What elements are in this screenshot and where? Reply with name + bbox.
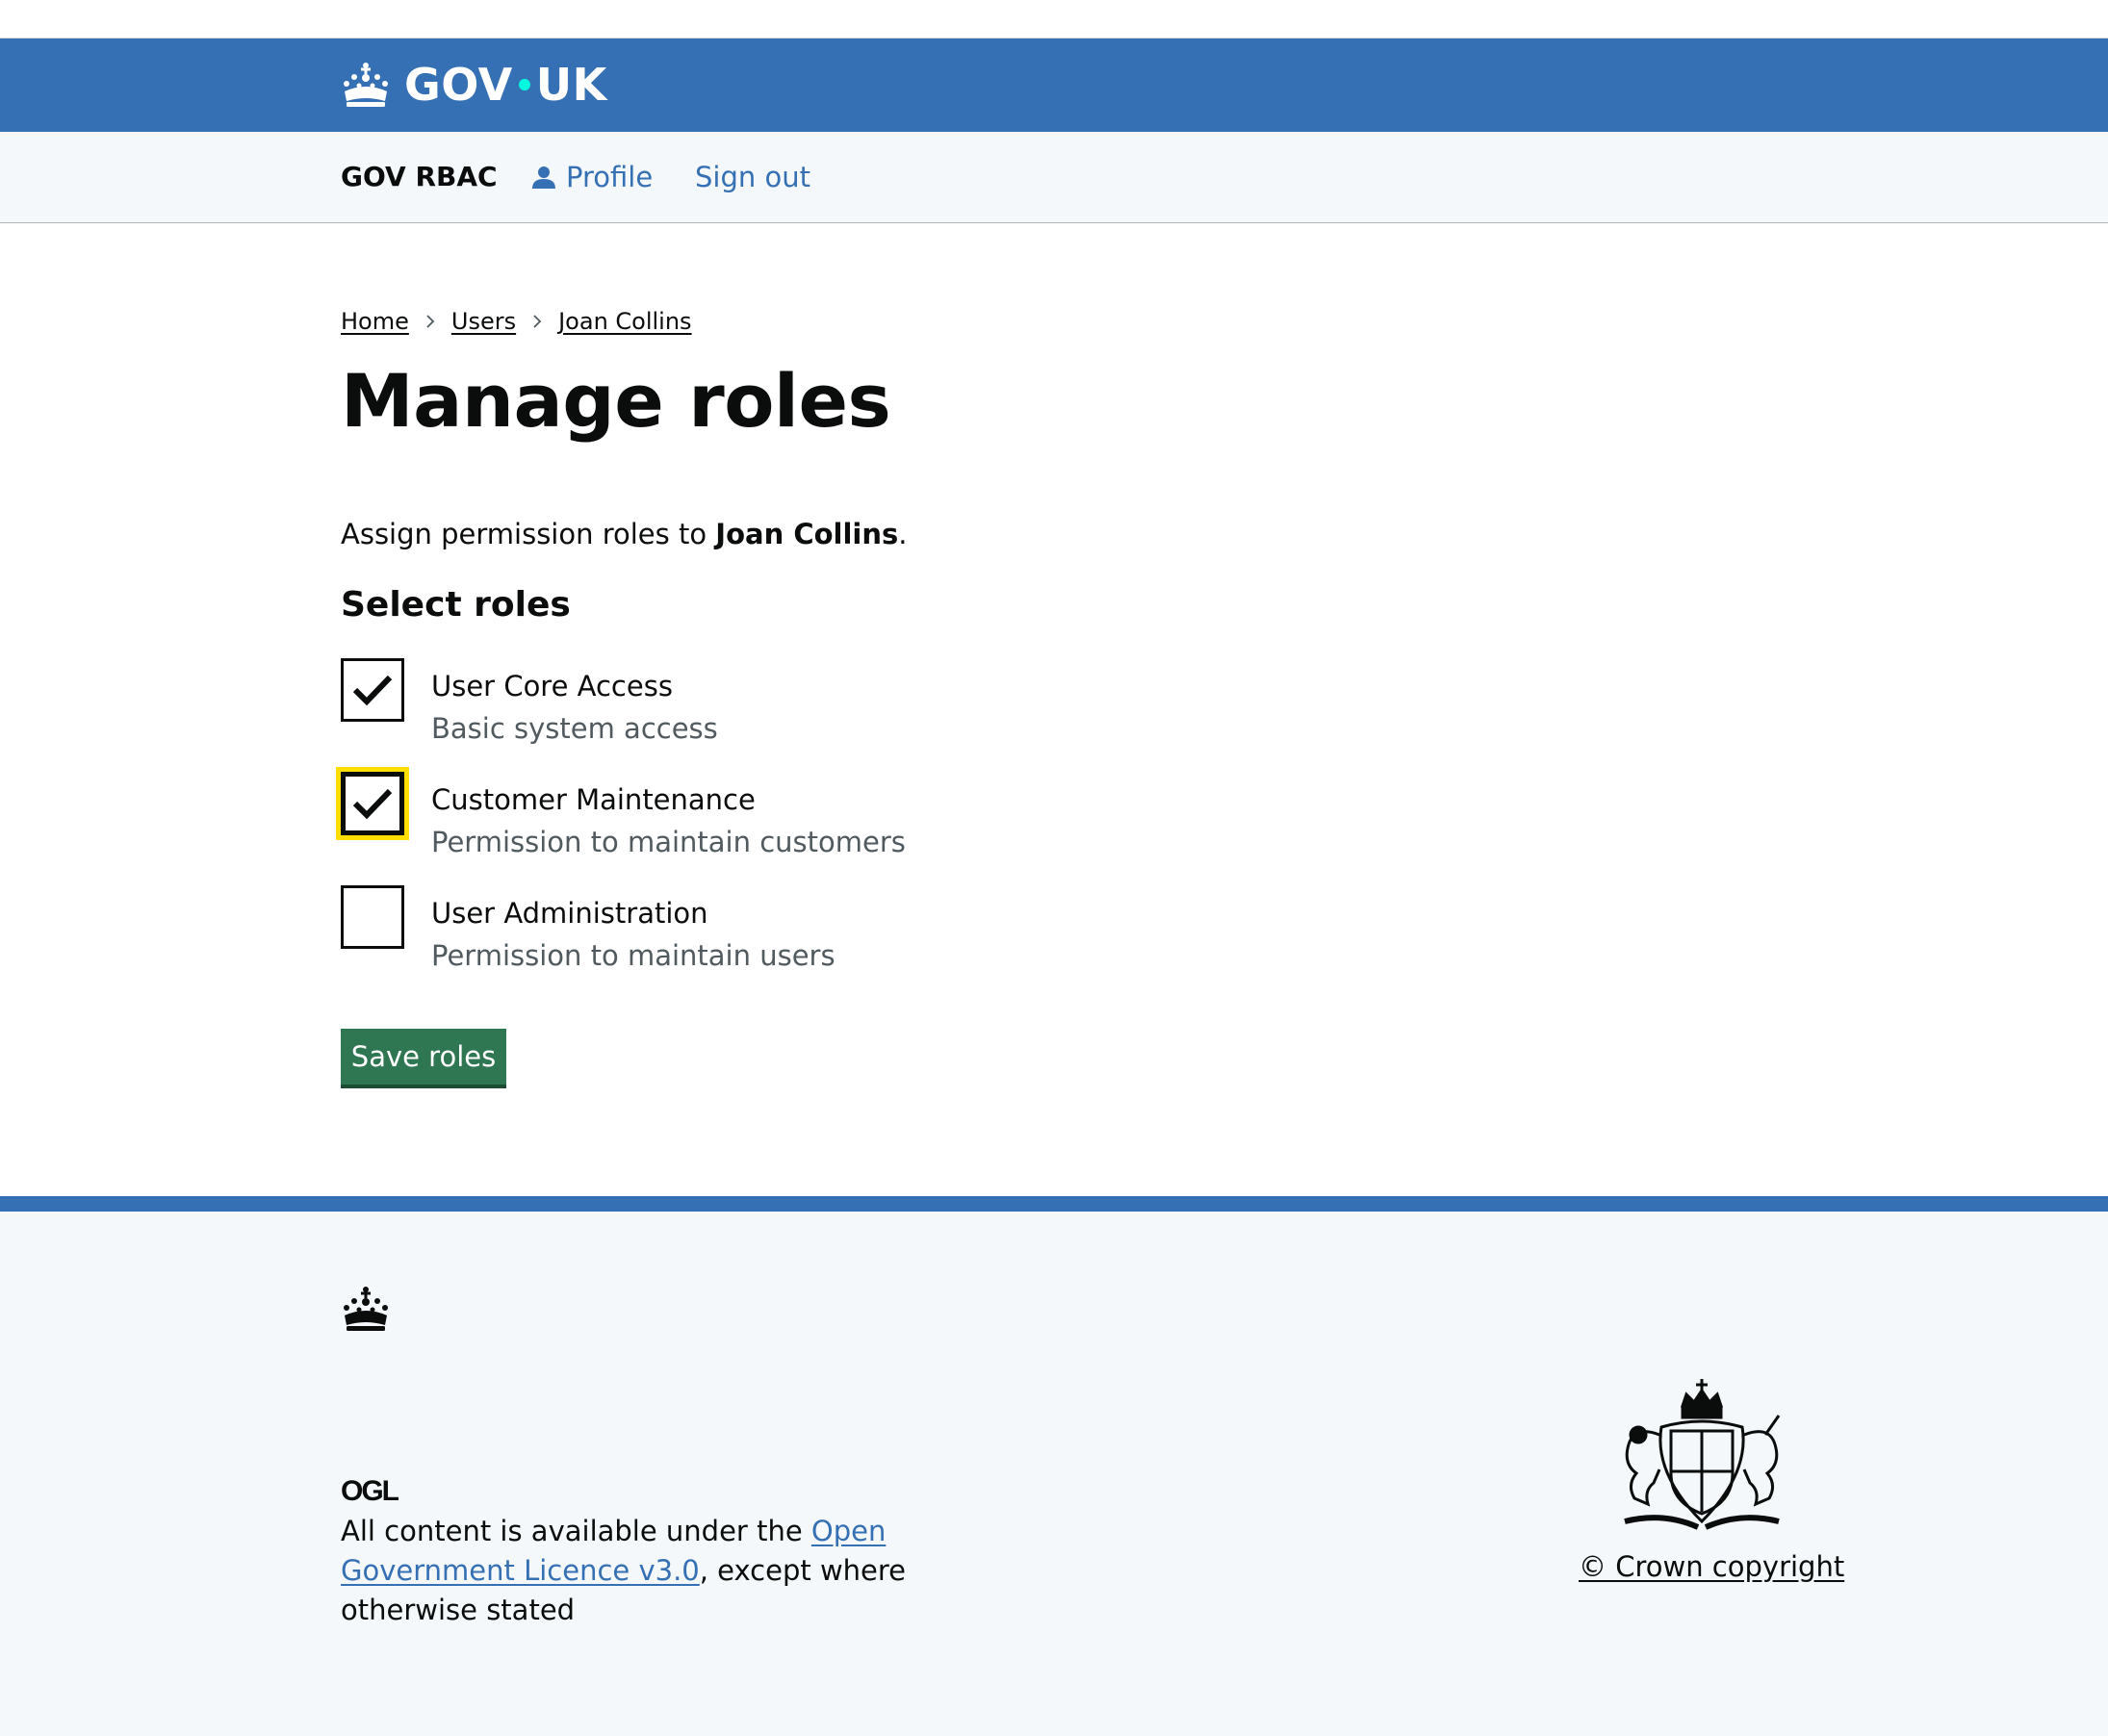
nav-profile-label: Profile: [566, 161, 654, 193]
licence-prefix: All content is available under the: [341, 1515, 811, 1547]
lead-user-name: Joan Collins: [715, 518, 899, 550]
role-checkbox-item: User Administration Permission to mainta…: [341, 885, 835, 972]
top-strip: [0, 0, 2108, 38]
chevron-right-icon: [533, 315, 542, 328]
save-roles-button[interactable]: Save roles: [341, 1029, 506, 1088]
govuk-footer: OGL All content is available under the O…: [0, 1196, 2108, 1736]
chevron-right-icon: [426, 315, 435, 328]
logotype-gov: GOV: [404, 59, 513, 111]
logotype-uk: UK: [535, 59, 607, 111]
service-navigation: GOV RBAC Profile Sign out: [0, 132, 2108, 223]
role-checkbox-item: User Core Access Basic system access: [341, 658, 718, 745]
govuk-logo-link[interactable]: GOV UK: [341, 56, 607, 114]
role-text: Customer Maintenance Permission to maint…: [431, 772, 906, 858]
service-name: GOV RBAC: [341, 161, 498, 192]
breadcrumb-users[interactable]: Users: [451, 308, 516, 335]
role-label[interactable]: User Administration: [431, 897, 835, 930]
govuk-logotype: GOV UK: [404, 59, 607, 111]
crown-icon: [344, 63, 388, 107]
lead-prefix: Assign permission roles to: [341, 518, 716, 550]
checkmark-icon: [352, 675, 393, 706]
page-title: Manage roles: [341, 358, 891, 444]
ogl-logo-text: OGL: [341, 1475, 399, 1504]
role-checkbox[interactable]: [336, 767, 409, 840]
role-label[interactable]: User Core Access: [431, 670, 718, 702]
ogl-logo: OGL: [341, 1475, 401, 1504]
role-text: User Core Access Basic system access: [431, 658, 718, 745]
roles-legend: Select roles: [341, 585, 571, 625]
crown-icon: [344, 1287, 388, 1331]
breadcrumb-home[interactable]: Home: [341, 308, 409, 335]
nav-profile-link[interactable]: Profile: [531, 161, 653, 193]
logotype-dot: [518, 79, 530, 90]
breadcrumb-user[interactable]: Joan Collins: [558, 308, 691, 335]
role-hint: Permission to maintain customers: [431, 826, 906, 858]
crown-copyright-link[interactable]: © Crown copyright: [1579, 1550, 1844, 1583]
role-hint: Basic system access: [431, 712, 718, 745]
role-checkbox[interactable]: [341, 658, 404, 722]
role-hint: Permission to maintain users: [431, 939, 835, 972]
nav-signout-link[interactable]: Sign out: [695, 161, 810, 193]
licence-text: All content is available under the Open …: [341, 1512, 1034, 1630]
role-label[interactable]: Customer Maintenance: [431, 783, 906, 816]
role-checkbox[interactable]: [341, 885, 404, 949]
role-text: User Administration Permission to mainta…: [431, 885, 835, 972]
checkmark-icon: [352, 788, 393, 820]
royal-coat-of-arms-icon: [1624, 1379, 1781, 1530]
lead-suffix: .: [898, 518, 908, 550]
role-checkbox-item: Customer Maintenance Permission to maint…: [336, 767, 906, 858]
person-icon: [532, 166, 555, 189]
breadcrumb: Home Users Joan Collins: [341, 308, 692, 335]
govuk-header: GOV UK: [0, 38, 2108, 132]
lead-paragraph: Assign permission roles to Joan Collins.: [341, 518, 907, 550]
